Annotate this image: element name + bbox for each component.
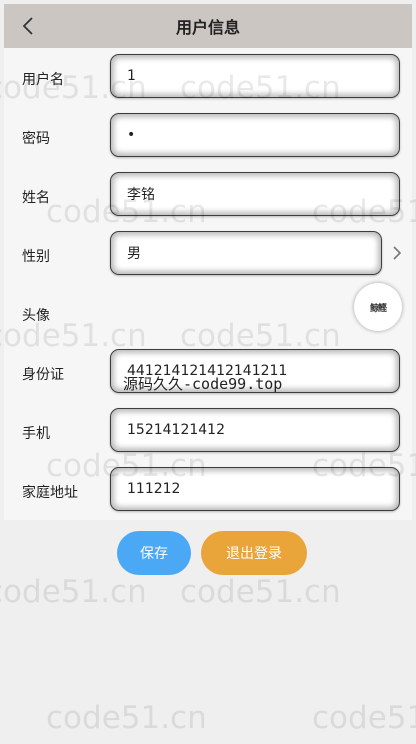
avatar-label: 头像 [22, 308, 50, 324]
username-field[interactable]: 1 [110, 54, 400, 98]
top-bar: 用户信息 [4, 4, 412, 48]
logout-button[interactable]: 退出登录 [201, 531, 307, 575]
address-field[interactable]: 111212 [110, 467, 400, 511]
watermark: code51.cn [312, 700, 416, 736]
username-row: 用户名 1 [4, 54, 412, 104]
address-row: 家庭地址 111212 [4, 467, 412, 517]
watermark: code51.cn [46, 700, 207, 736]
back-button[interactable] [16, 12, 40, 40]
watermark: code51.cn [0, 574, 147, 610]
phone-field[interactable]: 15214121412 [110, 408, 400, 452]
phone-label: 手机 [22, 426, 50, 442]
username-label: 用户名 [22, 72, 64, 88]
gender-select[interactable]: 男 [110, 231, 382, 275]
save-button[interactable]: 保存 [117, 531, 191, 575]
phone-row: 手机 15214121412 [4, 408, 412, 458]
password-field[interactable]: • [110, 113, 400, 157]
chevron-left-icon [22, 17, 33, 35]
name-row: 姓名 李铭 [4, 172, 412, 222]
password-label: 密码 [22, 131, 50, 147]
address-label: 家庭地址 [22, 485, 78, 501]
page-title: 用户信息 [175, 18, 240, 37]
avatar-row: 头像 鲸鲣 [4, 283, 412, 340]
gender-row: 性别 男 [4, 231, 412, 281]
name-field[interactable]: 李铭 [110, 172, 400, 216]
gender-label: 性别 [22, 249, 50, 265]
password-row: 密码 • [4, 113, 412, 163]
id-card-label: 身份证 [22, 367, 64, 383]
user-info-form: 用户名 1 密码 • 姓名 李铭 性别 男 头像 鲸鲣 身份证 44121412… [4, 48, 412, 520]
name-label: 姓名 [22, 190, 50, 206]
watermark: code51.cn [180, 574, 341, 610]
overlay-watermark-text: 源码久久-code99.top [123, 375, 283, 393]
avatar[interactable]: 鲸鲣 [354, 283, 402, 331]
chevron-right-icon[interactable] [389, 243, 405, 263]
